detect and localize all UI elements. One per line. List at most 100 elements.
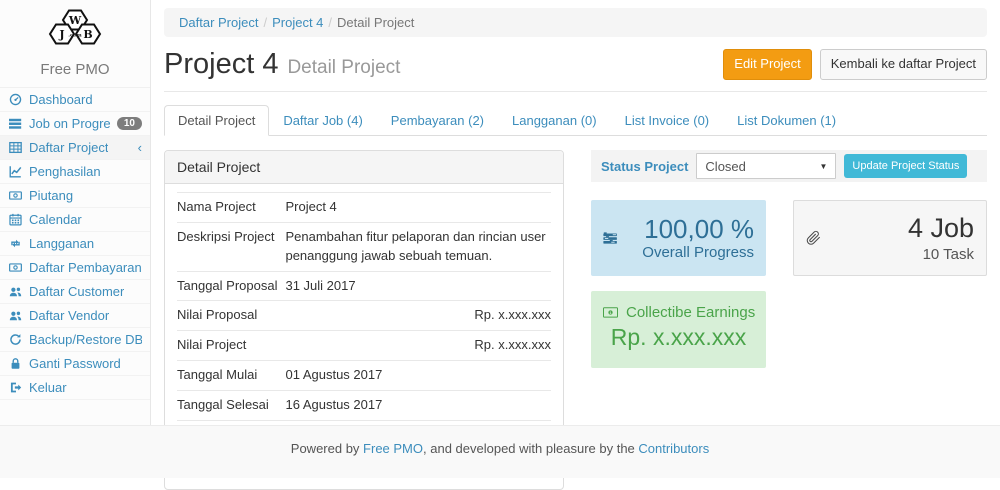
tab-list-dokumen-1[interactable]: List Dokumen (1) [723, 105, 850, 136]
sidebar-item-daftar-project[interactable]: Daftar Project ‹ [0, 136, 150, 160]
money-icon [8, 189, 23, 202]
sidebar-item-keluar[interactable]: Keluar [0, 376, 150, 400]
row-label: Nilai Project [177, 331, 285, 361]
sidebar-item-langganan[interactable]: Langganan [0, 232, 150, 256]
breadcrumb-link[interactable]: Project 4 [272, 15, 323, 30]
chevron-left-icon: ‹ [138, 141, 142, 154]
breadcrumb-link[interactable]: Daftar Project [179, 15, 258, 30]
earnings-label: Collectibe Earnings [626, 304, 755, 321]
sidebar-item-backup-restore-db[interactable]: Backup/Restore DB [0, 328, 150, 352]
page-footer: Powered by Free PMO, and developed with … [0, 425, 1000, 478]
row-label: Deskripsi Project [177, 222, 285, 271]
tab-langganan-0[interactable]: Langganan (0) [498, 105, 611, 136]
sidebar-item-label: Langganan [29, 236, 94, 251]
panel-title: Detail Project [165, 151, 563, 184]
breadcrumb-separator: / [323, 15, 337, 30]
page-subtitle: Detail Project [287, 57, 400, 78]
tab-detail-project[interactable]: Detail Project [164, 105, 269, 136]
row-value: 01 Agustus 2017 [285, 361, 551, 391]
page-title: Project 4 [164, 48, 278, 80]
update-status-button[interactable]: Update Project Status [844, 154, 967, 178]
tab-list-invoice-0[interactable]: List Invoice (0) [611, 105, 724, 136]
main-content: Daftar Project/Project 4/Detail Project … [151, 0, 1000, 490]
sidebar-item-label: Daftar Vendor [29, 308, 109, 323]
row-value: 16 Agustus 2017 [285, 390, 551, 420]
sidebar-item-daftar-pembayaran[interactable]: Daftar Pembayaran [0, 256, 150, 280]
logo-letter: W [68, 14, 82, 27]
table-icon [8, 141, 23, 154]
sidebar-item-label: Penghasilan [29, 164, 101, 179]
users-icon [8, 309, 23, 322]
stat-boxes: 100,00 % Overall Progress 4 Job 10 Task [591, 200, 987, 276]
status-select-value: Closed [705, 159, 745, 174]
sidebar-item-daftar-customer[interactable]: Daftar Customer [0, 280, 150, 304]
users-icon [8, 285, 23, 298]
calendar-icon [8, 213, 23, 226]
free-pmo-link[interactable]: Free PMO [363, 441, 423, 456]
status-label: Status Project [601, 159, 688, 174]
jobs-text-block: 4 Job 10 Task [908, 213, 974, 263]
footer-text: , and developed with pleasure by the [423, 441, 638, 456]
sidebar-item-ganti-password[interactable]: Ganti Password [0, 352, 150, 376]
footer-text: Powered by [291, 441, 363, 456]
caret-down-icon: ▼ [820, 162, 828, 171]
status-select[interactable]: Closed ▼ [696, 153, 836, 179]
contributors-link[interactable]: Contributors [638, 441, 709, 456]
sidebar-item-label: Backup/Restore DB [29, 332, 142, 347]
tasks-icon [8, 117, 23, 130]
sidebar: W J B .com Free PMO DashboardJob on Prog… [0, 0, 151, 425]
edit-project-button[interactable]: Edit Project [723, 49, 811, 79]
jobs-box: 4 Job 10 Task [793, 200, 987, 276]
tab-daftar-job-4[interactable]: Daftar Job (4) [269, 105, 376, 136]
row-label: Nilai Proposal [177, 301, 285, 331]
back-to-list-button[interactable]: Kembali ke daftar Project [820, 49, 987, 79]
table-row: Tanggal Mulai01 Agustus 2017 [177, 361, 551, 391]
retweet-icon [8, 237, 23, 250]
sidebar-item-calendar[interactable]: Calendar [0, 208, 150, 232]
refresh-icon [8, 333, 23, 346]
sidebar-menu: Dashboard Job on Progress 10 Daftar Project… [0, 87, 150, 400]
sidebar-item-penghasilan[interactable]: Penghasilan [0, 160, 150, 184]
progress-box: 100,00 % Overall Progress [591, 200, 766, 276]
row-value: 31 Juli 2017 [285, 271, 551, 301]
brand-name: Free PMO [0, 61, 150, 78]
svg-text:1: 1 [609, 311, 611, 315]
tab-pembayaran-2[interactable]: Pembayaran (2) [377, 105, 498, 136]
breadcrumb-current: Detail Project [337, 15, 414, 30]
table-row: Nilai ProjectRp. x.xxx.xxx [177, 331, 551, 361]
progress-label: Overall Progress [642, 244, 754, 261]
progress-text-block: 100,00 % Overall Progress [642, 215, 754, 262]
table-row: Nama ProjectProject 4 [177, 193, 551, 223]
sidebar-item-label: Daftar Pembayaran [29, 260, 142, 275]
row-value: Penambahan fitur pelaporan dan rincian u… [285, 222, 551, 271]
jobs-value: 4 Job [908, 213, 974, 244]
money-bill-icon: 1 [603, 304, 618, 321]
row-label: Nama Project [177, 193, 285, 223]
earnings-header: 1 Collectibe Earnings [603, 304, 754, 321]
chart-line-icon [8, 165, 23, 178]
tasks-value: 10 Task [908, 246, 974, 263]
table-row: Nilai ProposalRp. x.xxx.xxx [177, 301, 551, 331]
table-row: Tanggal Proposal31 Juli 2017 [177, 271, 551, 301]
logo-letter: J [58, 28, 64, 41]
sidebar-item-label: Job on Progress [29, 116, 111, 131]
app-logo: W J B .com [0, 0, 150, 57]
sidebar-item-label: Ganti Password [29, 356, 121, 371]
app: { "brand": { "letters": ["J", "W", "B"],… [0, 0, 1000, 478]
jwb-logo-icon: W J B .com [40, 7, 110, 52]
sidebar-item-daftar-vendor[interactable]: Daftar Vendor [0, 304, 150, 328]
count-badge: 10 [117, 117, 142, 130]
table-row: Tanggal Selesai16 Agustus 2017 [177, 390, 551, 420]
sidebar-item-label: Daftar Project [29, 140, 108, 155]
sidebar-item-piutang[interactable]: Piutang [0, 184, 150, 208]
progress-bars-icon [603, 222, 618, 254]
row-label: Tanggal Proposal [177, 271, 285, 301]
page-title-block: Project 4 Detail Project [164, 48, 400, 81]
sidebar-item-label: Piutang [29, 188, 73, 203]
breadcrumb-separator: / [258, 15, 272, 30]
sidebar-item-dashboard[interactable]: Dashboard [0, 88, 150, 112]
earnings-box: 1 Collectibe Earnings Rp. x.xxx.xxx [591, 291, 766, 368]
sidebar-item-job-on-progress[interactable]: Job on Progress 10 [0, 112, 150, 136]
paperclip-icon [806, 222, 821, 254]
row-value: Rp. x.xxx.xxx [285, 331, 551, 361]
